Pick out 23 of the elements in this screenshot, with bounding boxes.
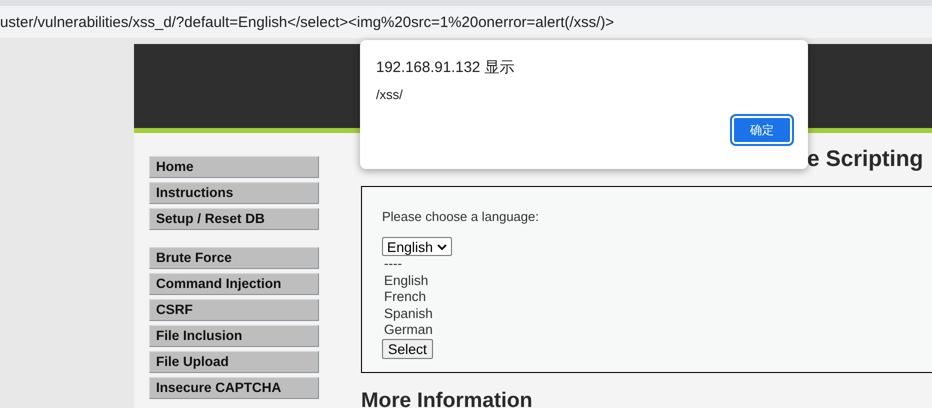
menu-item[interactable]: Instructions xyxy=(149,182,319,204)
language-prompt: Please choose a language: xyxy=(382,209,540,224)
dialog-title: 192.168.91.132 显示 xyxy=(376,58,516,77)
menu-item[interactable]: Brute Force xyxy=(149,247,319,269)
injected-text: French xyxy=(383,289,428,306)
section-heading: More Information xyxy=(361,389,534,408)
menu-item[interactable]: Insecure CAPTCHA xyxy=(149,377,319,399)
ok-button[interactable]: 确定 xyxy=(732,116,792,144)
menu-item[interactable]: File Upload xyxy=(149,351,319,373)
menu-item[interactable]: Command Injection xyxy=(149,273,319,295)
menu-item[interactable]: Home xyxy=(149,156,319,178)
injected-text: German xyxy=(383,322,434,338)
page-title: e Scripting xyxy=(806,146,924,173)
menu-item[interactable]: File Inclusion xyxy=(149,325,319,347)
menu-item[interactable]: CSRF xyxy=(149,299,319,321)
menu-item[interactable]: Setup / Reset DB xyxy=(149,208,319,230)
injected-text: Spanish xyxy=(383,306,434,322)
chevron-down-icon xyxy=(436,244,447,250)
select-button[interactable]: Select xyxy=(382,338,433,358)
injected-text: English xyxy=(383,272,430,289)
language-select[interactable]: English xyxy=(382,237,452,256)
injected-text: ---- xyxy=(383,256,403,272)
dialog-message: /xss/ xyxy=(376,87,404,102)
